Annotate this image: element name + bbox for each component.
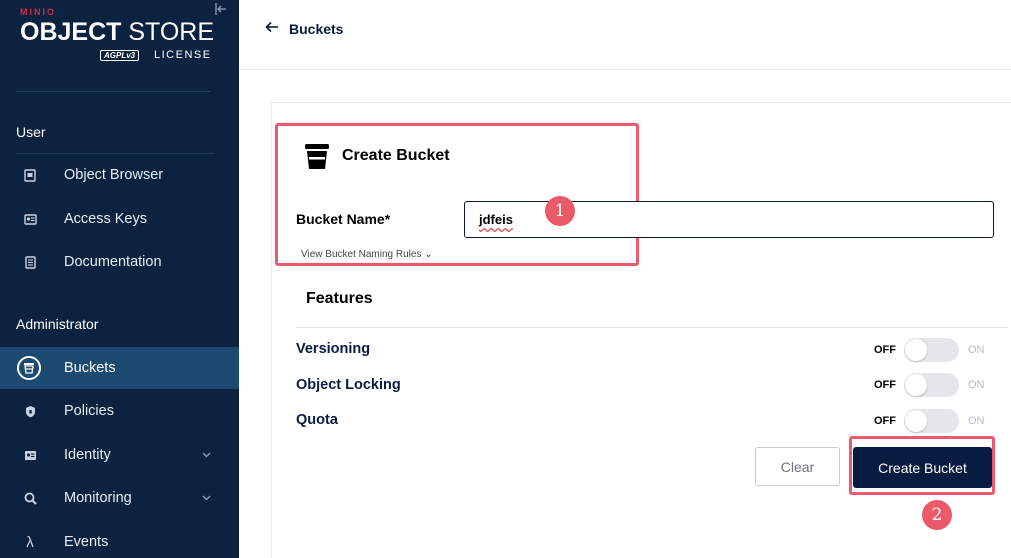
sidebar-item-buckets[interactable]: Buckets [0, 347, 239, 389]
monitoring-icon [22, 490, 38, 506]
sidebar-item-events[interactable]: λ Events [0, 521, 239, 558]
sidebar-item-label: Events [64, 534, 109, 550]
versioning-off-label: OFF [874, 344, 896, 356]
quota-on-label: ON [968, 415, 985, 427]
toggle-knob [905, 339, 927, 361]
sidebar-item-documentation[interactable]: Documentation [0, 241, 239, 283]
object-browser-icon [22, 167, 38, 183]
agpl-logo: AGPLv3 [100, 50, 140, 61]
bucket-name-label: Bucket Name* [296, 211, 391, 227]
chevron-down-icon[interactable] [202, 450, 211, 460]
annotation-highlight-1 [275, 123, 639, 266]
versioning-on-label: ON [968, 344, 985, 356]
sidebar-item-monitoring[interactable]: Monitoring [0, 477, 239, 519]
sidebar-item-access-keys[interactable]: Access Keys [0, 198, 239, 240]
features-divider [296, 327, 1008, 328]
brand-title-light: STORE [121, 18, 215, 46]
buckets-icon [17, 356, 41, 380]
bucket-name-value: jdfeis [479, 212, 513, 227]
view-naming-rules-link[interactable]: View Bucket Naming Rules ⌄ [301, 249, 433, 260]
sidebar-item-label: Buckets [64, 360, 116, 376]
create-bucket-button[interactable]: Create Bucket [853, 447, 992, 488]
sidebar-item-label: Object Browser [64, 167, 164, 183]
bucket-icon [305, 144, 329, 169]
lambda-icon: λ [26, 533, 34, 551]
sidebar-item-label: Identity [64, 447, 111, 463]
documentation-icon [22, 254, 38, 270]
annotation-badge-2: 2 [922, 500, 952, 530]
annotation-badge-1: 1 [545, 196, 575, 226]
object-locking-off-label: OFF [874, 379, 896, 391]
sidebar-item-object-browser[interactable]: Object Browser [0, 154, 239, 196]
object-locking-label: Object Locking [296, 377, 401, 393]
sidebar-item-label: Documentation [64, 254, 162, 270]
back-to-buckets-link[interactable]: Buckets [289, 21, 343, 37]
quota-off-label: OFF [874, 415, 896, 427]
toggle-knob [905, 374, 927, 396]
versioning-label: Versioning [296, 341, 371, 357]
back-arrow-icon[interactable] [265, 20, 279, 37]
features-title: Features [306, 290, 373, 307]
sidebar-item-label: Monitoring [64, 490, 132, 506]
sidebar-section-administrator: Administrator [16, 316, 99, 332]
sidebar-item-identity[interactable]: Identity [0, 434, 239, 476]
brand-title-bold: OBJECT [20, 18, 122, 46]
clear-button[interactable]: Clear [755, 447, 840, 486]
sidebar-item-label: Access Keys [64, 211, 147, 227]
sidebar-divider [16, 91, 211, 92]
brand-license: LICENSE [154, 49, 212, 61]
sidebar: MINIO OBJECT STORE AGPLv3 LICENSE User O… [0, 0, 239, 558]
brand-minio: MINIO [20, 7, 56, 17]
create-bucket-title: Create Bucket [342, 147, 450, 164]
object-locking-on-label: ON [968, 379, 985, 391]
chevron-down-icon[interactable] [202, 493, 211, 503]
sidebar-item-label: Policies [64, 403, 114, 419]
brand-title: OBJECT STORE [20, 18, 214, 47]
versioning-toggle[interactable] [904, 338, 959, 362]
quota-label: Quota [296, 412, 338, 428]
sidebar-item-policies[interactable]: Policies [0, 390, 239, 432]
topbar: Buckets [239, 0, 1011, 70]
identity-icon [22, 447, 38, 463]
access-keys-icon [22, 211, 38, 227]
bucket-name-input[interactable] [464, 201, 994, 238]
sidebar-section-user: User [16, 124, 46, 140]
collapse-sidebar-icon[interactable] [214, 2, 228, 16]
policies-icon [22, 403, 38, 419]
object-locking-toggle[interactable] [904, 373, 959, 397]
quota-toggle[interactable] [904, 409, 959, 433]
toggle-knob [905, 410, 927, 432]
